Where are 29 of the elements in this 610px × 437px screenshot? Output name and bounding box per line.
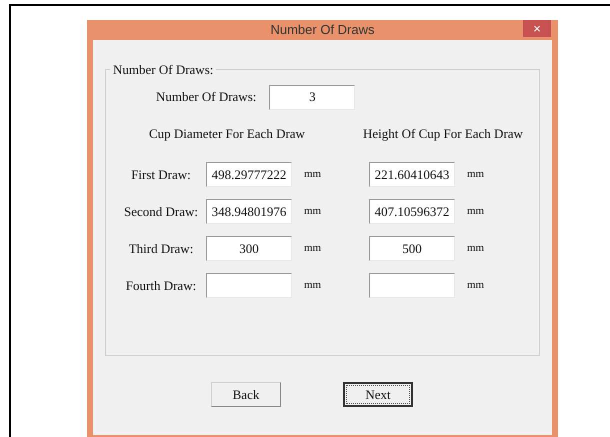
diameter-field[interactable]: 300 [206, 236, 292, 261]
dialog-button[interactable]: Back [211, 382, 281, 407]
unit-label: mm [467, 204, 484, 220]
window-title: Number Of Draws [270, 21, 375, 40]
height-field[interactable]: 407.10596372 [369, 199, 455, 224]
diameter-field[interactable] [206, 273, 292, 298]
close-button[interactable]: × [523, 20, 551, 37]
field-label: Number Of Draws: [156, 88, 256, 106]
row-label: Third Draw: [128, 240, 194, 258]
height-field[interactable] [369, 273, 455, 298]
group-legend: Number Of Draws: [110, 60, 216, 80]
row-label: Second Draw: [122, 202, 199, 221]
unit-label: mm [304, 241, 322, 256]
unit-label: mm [304, 204, 322, 220]
diameter-field[interactable]: 498.29777222 [206, 162, 292, 187]
row-label: First Draw: [130, 166, 192, 184]
height-field[interactable]: 221.60410643 [369, 162, 455, 187]
unit-label: mm [467, 241, 484, 256]
count-field[interactable]: 3 [269, 84, 356, 110]
row-label: Fourth Draw: [124, 276, 198, 295]
unit-label: mm [467, 167, 484, 182]
column-heading: Height Of Cup For Each Draw [363, 124, 523, 143]
dialog-button[interactable]: Next [343, 382, 413, 407]
column-heading: Cup Diameter For Each Draw [149, 124, 306, 143]
diameter-field[interactable]: 348.94801976 [206, 199, 292, 224]
unit-label: mm [304, 278, 322, 294]
height-field[interactable]: 500 [369, 236, 455, 261]
unit-label: mm [467, 278, 484, 294]
unit-label: mm [304, 167, 322, 182]
